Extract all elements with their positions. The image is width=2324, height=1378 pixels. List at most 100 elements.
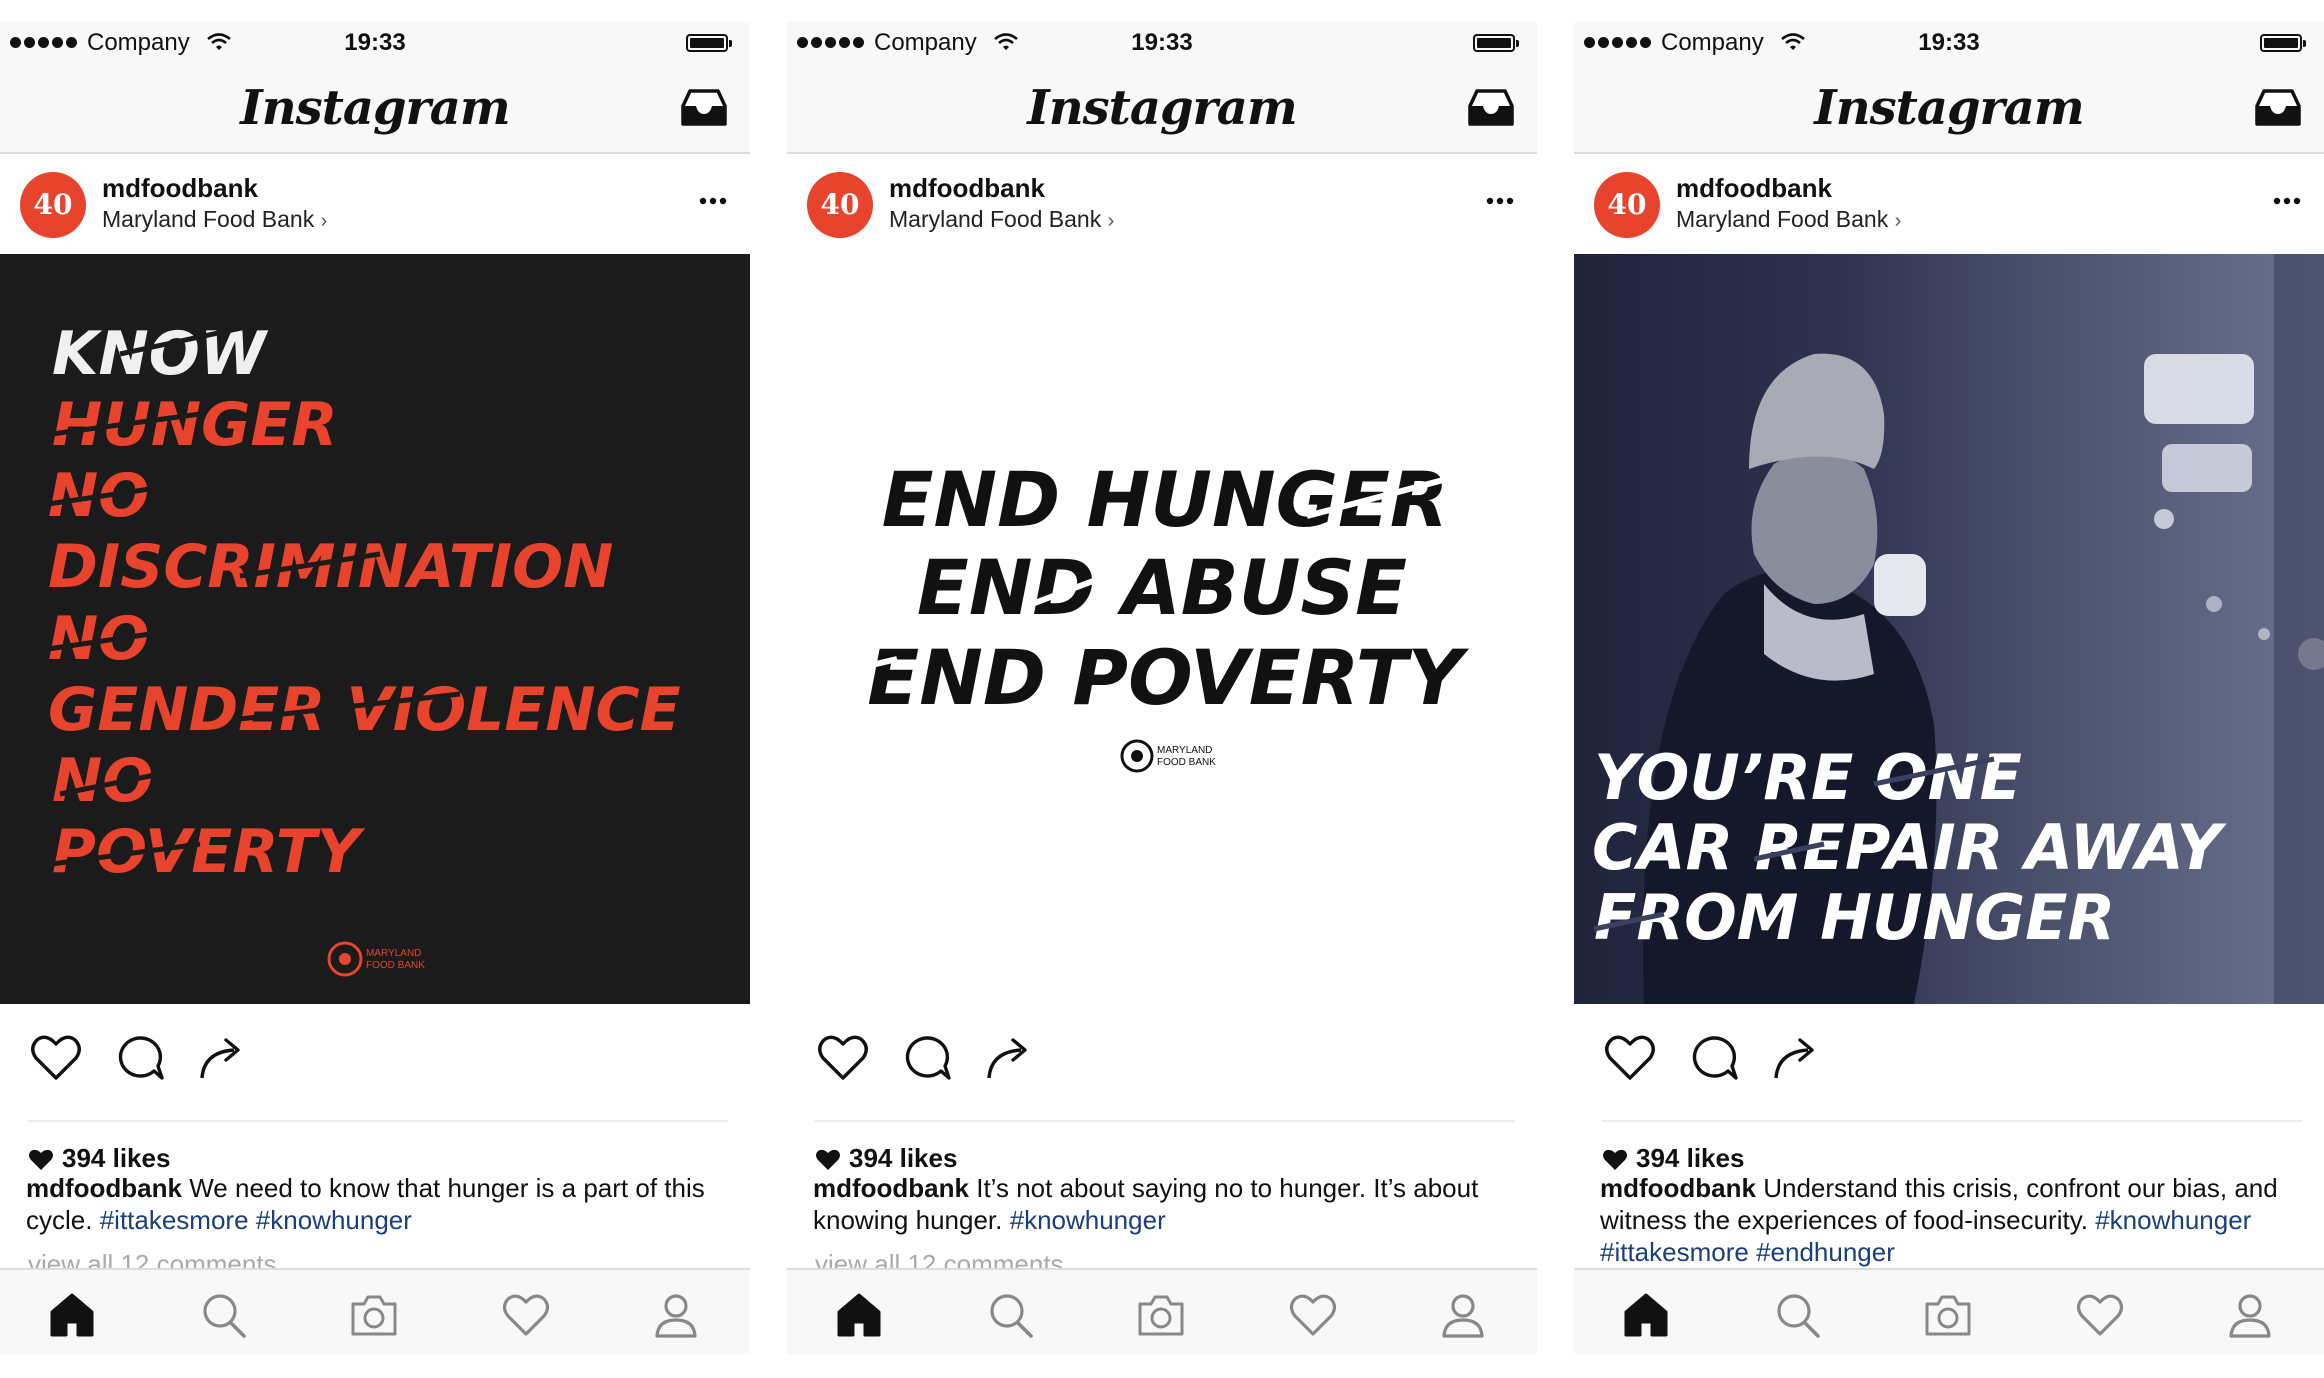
post-image[interactable]: END HUNGER END ABUSE END POVERTY MARYLAN… xyxy=(787,254,1537,1004)
svg-text:FOOD BANK: FOOD BANK xyxy=(366,960,425,971)
poster-line: GENDER VIOLENCE xyxy=(48,675,681,745)
post-username[interactable]: mdfoodbank xyxy=(102,172,258,204)
home-icon[interactable] xyxy=(835,1292,883,1338)
home-icon[interactable] xyxy=(48,1292,96,1338)
search-icon[interactable] xyxy=(200,1292,248,1338)
poster-line: NO xyxy=(52,746,153,816)
status-time: 19:33 xyxy=(1918,29,1980,56)
status-time: 19:33 xyxy=(1131,29,1193,56)
post-caption: mdfoodbank Understand this crisis, confr… xyxy=(1600,1172,2310,1268)
poster-line: CAR REPAIR AWAY xyxy=(1592,811,2228,884)
top-nav-bar: Instagram xyxy=(787,64,1537,154)
likes-count[interactable]: 394 likes xyxy=(62,1142,170,1174)
profile-icon[interactable] xyxy=(1439,1292,1487,1338)
post-username[interactable]: mdfoodbank xyxy=(1676,172,1832,204)
post-location[interactable]: Maryland Food Bank › xyxy=(102,204,327,236)
hashtag[interactable]: #ittakesmore xyxy=(100,1205,249,1235)
heart-outline-icon[interactable] xyxy=(1604,1034,1656,1082)
avatar[interactable]: 40 xyxy=(1594,172,1660,238)
caption-username[interactable]: mdfoodbank xyxy=(813,1173,969,1203)
inbox-icon[interactable] xyxy=(2254,86,2302,128)
heart-filled-icon xyxy=(29,1149,53,1170)
hashtag[interactable]: #endhunger xyxy=(1756,1237,1895,1267)
instagram-screen-2: Company 19:33 Instagram 40 mdfoodbank Ma… xyxy=(787,22,1537,1354)
heart-outline-icon[interactable] xyxy=(30,1034,82,1082)
more-options-icon[interactable] xyxy=(698,194,728,208)
share-arrow-icon[interactable] xyxy=(983,1034,1035,1082)
post-image[interactable]: YOU’RE ONE CAR REPAIR AWAY FROM HUNGER xyxy=(1574,254,2324,1004)
end-hunger-poster: END HUNGER END ABUSE END POVERTY MARYLAN… xyxy=(812,455,1470,773)
poster-line: END ABUSE xyxy=(917,543,1407,632)
battery-icon xyxy=(1473,34,1519,52)
post-location[interactable]: Maryland Food Bank › xyxy=(889,204,1114,236)
instagram-logo: Instagram xyxy=(1027,80,1297,136)
divider xyxy=(1602,1120,2302,1122)
avatar[interactable]: 40 xyxy=(807,172,873,238)
poster-line: YOU’RE ONE xyxy=(1594,741,2022,814)
poster-line: DISCRIMINATION xyxy=(48,532,613,602)
likes-count[interactable]: 394 likes xyxy=(1636,1142,1744,1174)
post-actions xyxy=(0,1004,750,1122)
search-icon[interactable] xyxy=(1774,1292,1822,1338)
heart-outline-icon[interactable] xyxy=(817,1034,869,1082)
hashtag[interactable]: #knowhunger xyxy=(1010,1205,1166,1235)
likes-count[interactable]: 394 likes xyxy=(849,1142,957,1174)
top-nav-bar: Instagram xyxy=(1574,64,2324,154)
comment-bubble-icon[interactable] xyxy=(1688,1034,1740,1082)
status-bar: Company 19:33 xyxy=(0,22,750,64)
post-location[interactable]: Maryland Food Bank › xyxy=(1676,204,1901,236)
chevron-right-icon: › xyxy=(1107,210,1115,232)
know-hunger-poster: KNOW HUNGER NO DISCRIMINATION NO GENDER … xyxy=(47,319,681,977)
comment-bubble-icon[interactable] xyxy=(901,1034,953,1082)
heart-filled-icon xyxy=(1603,1149,1627,1170)
svg-text:MARYLAND: MARYLAND xyxy=(1157,745,1212,756)
more-options-icon[interactable] xyxy=(1485,194,1515,208)
instagram-logo: Instagram xyxy=(240,80,510,136)
svg-text:MARYLAND: MARYLAND xyxy=(366,948,421,959)
caption-username[interactable]: mdfoodbank xyxy=(26,1173,182,1203)
search-icon[interactable] xyxy=(987,1292,1035,1338)
battery-icon xyxy=(2260,34,2306,52)
more-options-icon[interactable] xyxy=(2272,194,2302,208)
svg-text:FOOD BANK: FOOD BANK xyxy=(1157,757,1216,768)
share-arrow-icon[interactable] xyxy=(1770,1034,1822,1082)
inbox-icon[interactable] xyxy=(680,86,728,128)
instagram-screen-1: Company 19:33 Instagram 40 mdfoodbank Ma… xyxy=(0,22,750,1354)
hashtag[interactable]: #ittakesmore xyxy=(1600,1237,1749,1267)
camera-icon[interactable] xyxy=(1924,1292,1972,1338)
caption-username[interactable]: mdfoodbank xyxy=(1600,1173,1756,1203)
poster-line: NO xyxy=(48,604,149,674)
heart-outline-icon[interactable] xyxy=(502,1292,550,1338)
post-actions xyxy=(1574,1004,2324,1122)
status-bar: Company 19:33 xyxy=(787,22,1537,64)
avatar[interactable]: 40 xyxy=(20,172,86,238)
comment-bubble-icon[interactable] xyxy=(114,1034,166,1082)
status-bar: Company 19:33 xyxy=(1574,22,2324,64)
instagram-logo: Instagram xyxy=(1814,80,2084,136)
post-image[interactable]: KNOW HUNGER NO DISCRIMINATION NO GENDER … xyxy=(0,254,750,1004)
inbox-icon[interactable] xyxy=(1467,86,1515,128)
poster-line: HUNGER xyxy=(52,390,338,460)
heart-outline-icon[interactable] xyxy=(2076,1292,2124,1338)
profile-icon[interactable] xyxy=(652,1292,700,1338)
divider xyxy=(28,1120,728,1122)
maryland-food-bank-logo: MARYLAND FOOD BANK xyxy=(1120,739,1216,773)
profile-icon[interactable] xyxy=(2226,1292,2274,1338)
share-arrow-icon[interactable] xyxy=(196,1034,248,1082)
post-username[interactable]: mdfoodbank xyxy=(889,172,1045,204)
battery-icon xyxy=(686,34,732,52)
heart-outline-icon[interactable] xyxy=(1289,1292,1337,1338)
home-icon[interactable] xyxy=(1622,1292,1670,1338)
street-lights xyxy=(2144,254,2324,1004)
hashtag[interactable]: #knowhunger xyxy=(256,1205,412,1235)
camera-icon[interactable] xyxy=(1137,1292,1185,1338)
divider xyxy=(815,1120,1515,1122)
instagram-screen-3: Company 19:33 Instagram 40 mdfoodbank Ma… xyxy=(1574,22,2324,1354)
chevron-right-icon: › xyxy=(1894,210,1902,232)
hashtag[interactable]: #knowhunger xyxy=(2095,1205,2251,1235)
poster-line: END POVERTY xyxy=(867,633,1469,722)
heart-filled-icon xyxy=(816,1149,840,1170)
top-nav-bar: Instagram xyxy=(0,64,750,154)
camera-icon[interactable] xyxy=(350,1292,398,1338)
status-time: 19:33 xyxy=(344,29,406,56)
